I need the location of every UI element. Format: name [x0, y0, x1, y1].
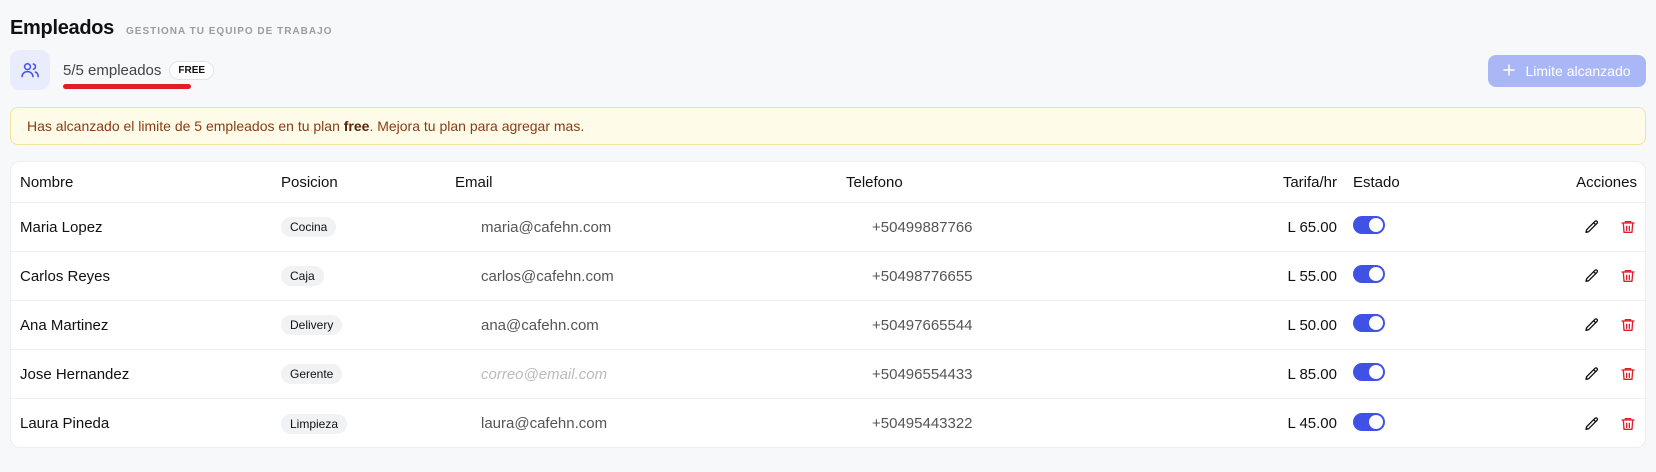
- status-cell: [1337, 216, 1537, 238]
- employee-count: 5/5 empleados: [63, 61, 191, 89]
- employee-rate: L 65.00: [1287, 218, 1338, 236]
- table-body: Maria Lopez Cocina maria@cafehn.com +504998…: [11, 203, 1645, 447]
- edit-icon[interactable]: [1583, 415, 1601, 433]
- employee-rate: L 85.00: [1287, 365, 1338, 383]
- col-header-phone: Telefono: [846, 173, 903, 191]
- phone-cell: +50495443322: [846, 415, 1237, 432]
- employee-rate: L 45.00: [1287, 415, 1338, 432]
- plan-limit-alert: Has alcanzado el limite de 5 empleados e…: [10, 107, 1646, 145]
- position-badge: Cocina: [281, 217, 337, 237]
- table-row: Maria Lopez Cocina maria@cafehn.com +504998…: [11, 203, 1645, 252]
- employee-name: Maria Lopez: [20, 218, 103, 236]
- email-cell: maria@cafehn.com: [455, 219, 846, 236]
- employee-name: Carlos Reyes: [20, 267, 111, 285]
- col-header-position: Posicion: [281, 173, 338, 191]
- actions-cell: [1537, 218, 1645, 236]
- trash-icon[interactable]: [1619, 316, 1637, 334]
- edit-icon[interactable]: [1583, 267, 1601, 285]
- position-cell: Gerente: [272, 364, 455, 384]
- position-cell: Limpieza: [272, 413, 455, 434]
- employee-rate: L 55.00: [1287, 267, 1338, 285]
- page-header: Empleados GESTIONA TU EQUIPO DE TRABAJO: [10, 17, 332, 40]
- status-cell: [1337, 412, 1537, 435]
- trash-icon[interactable]: [1619, 218, 1637, 236]
- actions-cell: [1537, 316, 1645, 334]
- phone-cell: +50496554433: [846, 366, 1237, 383]
- col-header-status: Estado: [1353, 173, 1400, 191]
- table-row: Carlos Reyes Caja carlos@cafehn.com +504987…: [11, 252, 1645, 301]
- col-header-actions: Acciones: [1537, 174, 1645, 191]
- table-row: Ana Martinez Delivery ana@cafehn.com +50497…: [11, 301, 1645, 350]
- position-cell: Cocina: [272, 217, 455, 237]
- plan-badge: FREE: [169, 60, 215, 80]
- alert-plan-name: free: [343, 118, 370, 134]
- employee-name: Ana Martinez: [20, 316, 109, 334]
- limit-button-label: Limite alcanzado: [1525, 63, 1631, 79]
- table-row: Jose Hernandez Gerente correo@email.com +50…: [11, 350, 1645, 399]
- employee-counter: 5/5 empleados FREE: [10, 50, 215, 90]
- limit-underline: [63, 83, 191, 89]
- status-toggle[interactable]: [1353, 265, 1385, 283]
- col-header-rate: Tarifa/hr: [1282, 173, 1337, 191]
- col-header-actions-label: Acciones: [1576, 173, 1637, 191]
- phone-cell: +50498776655: [846, 268, 1237, 285]
- trash-icon[interactable]: [1619, 415, 1637, 433]
- position-badge: Delivery: [281, 315, 343, 335]
- status-toggle[interactable]: [1353, 216, 1385, 234]
- plus-icon: [1503, 63, 1516, 79]
- employee-email: maria@cafehn.com: [481, 218, 612, 236]
- status-cell: [1337, 265, 1537, 287]
- employees-table: Nombre Posicion Email Telefono Tarifa/hr…: [10, 161, 1646, 448]
- table-row: Laura Pineda Limpieza laura@cafehn.com +504…: [11, 399, 1645, 447]
- employee-phone: +50498776655: [872, 267, 973, 285]
- employee-phone: +50497665544: [872, 316, 973, 334]
- employee-email: carlos@cafehn.com: [481, 267, 614, 285]
- table-header: Nombre Posicion Email Telefono Tarifa/hr…: [11, 162, 1645, 203]
- actions-cell: [1537, 267, 1645, 285]
- position-badge: Limpieza: [281, 413, 348, 434]
- page-title: Empleados: [10, 17, 114, 39]
- employee-email: correo@email.com: [481, 365, 608, 383]
- edit-icon[interactable]: [1583, 365, 1601, 383]
- email-cell: laura@cafehn.com: [455, 415, 846, 432]
- edit-icon[interactable]: [1583, 218, 1601, 236]
- employee-name: Jose Hernandez: [20, 365, 130, 383]
- position-cell: Caja: [272, 266, 455, 286]
- col-header-name: Nombre: [20, 173, 74, 191]
- position-badge: Gerente: [281, 364, 343, 384]
- page-subtitle: GESTIONA TU EQUIPO DE TRABAJO: [126, 26, 333, 37]
- email-cell: correo@email.com: [455, 366, 846, 383]
- col-header-email: Email: [455, 173, 493, 191]
- users-icon: [10, 50, 50, 90]
- employee-count-label: 5/5 empleados: [63, 61, 162, 79]
- actions-cell: [1537, 365, 1645, 383]
- employee-email: ana@cafehn.com: [481, 316, 599, 334]
- limit-reached-button[interactable]: Limite alcanzado: [1488, 55, 1646, 87]
- status-toggle[interactable]: [1353, 412, 1385, 431]
- email-cell: carlos@cafehn.com: [455, 268, 846, 285]
- actions-cell: [1537, 415, 1645, 433]
- employee-phone: +50499887766: [872, 218, 973, 236]
- status-toggle[interactable]: [1353, 363, 1385, 381]
- status-cell: [1337, 314, 1537, 336]
- trash-icon[interactable]: [1619, 267, 1637, 285]
- alert-text: Has alcanzado el limite de 5 empleados e…: [27, 118, 584, 134]
- employee-phone: +50496554433: [872, 365, 973, 383]
- employee-name: Laura Pineda: [20, 415, 110, 432]
- status-cell: [1337, 363, 1537, 385]
- status-toggle[interactable]: [1353, 314, 1385, 332]
- alert-text-start: Has alcanzado el limite de 5 empleados e…: [27, 118, 344, 134]
- email-cell: ana@cafehn.com: [455, 317, 846, 334]
- phone-cell: +50497665544: [846, 317, 1237, 334]
- alert-text-end: . Mejora tu plan para agregar mas.: [369, 118, 585, 134]
- edit-icon[interactable]: [1583, 316, 1601, 334]
- employee-rate: L 50.00: [1287, 316, 1338, 334]
- position-badge: Caja: [281, 266, 324, 286]
- phone-cell: +50499887766: [846, 219, 1237, 236]
- trash-icon[interactable]: [1619, 365, 1637, 383]
- employee-phone: +50495443322: [872, 415, 973, 432]
- employee-email: laura@cafehn.com: [481, 415, 608, 432]
- position-cell: Delivery: [272, 315, 455, 335]
